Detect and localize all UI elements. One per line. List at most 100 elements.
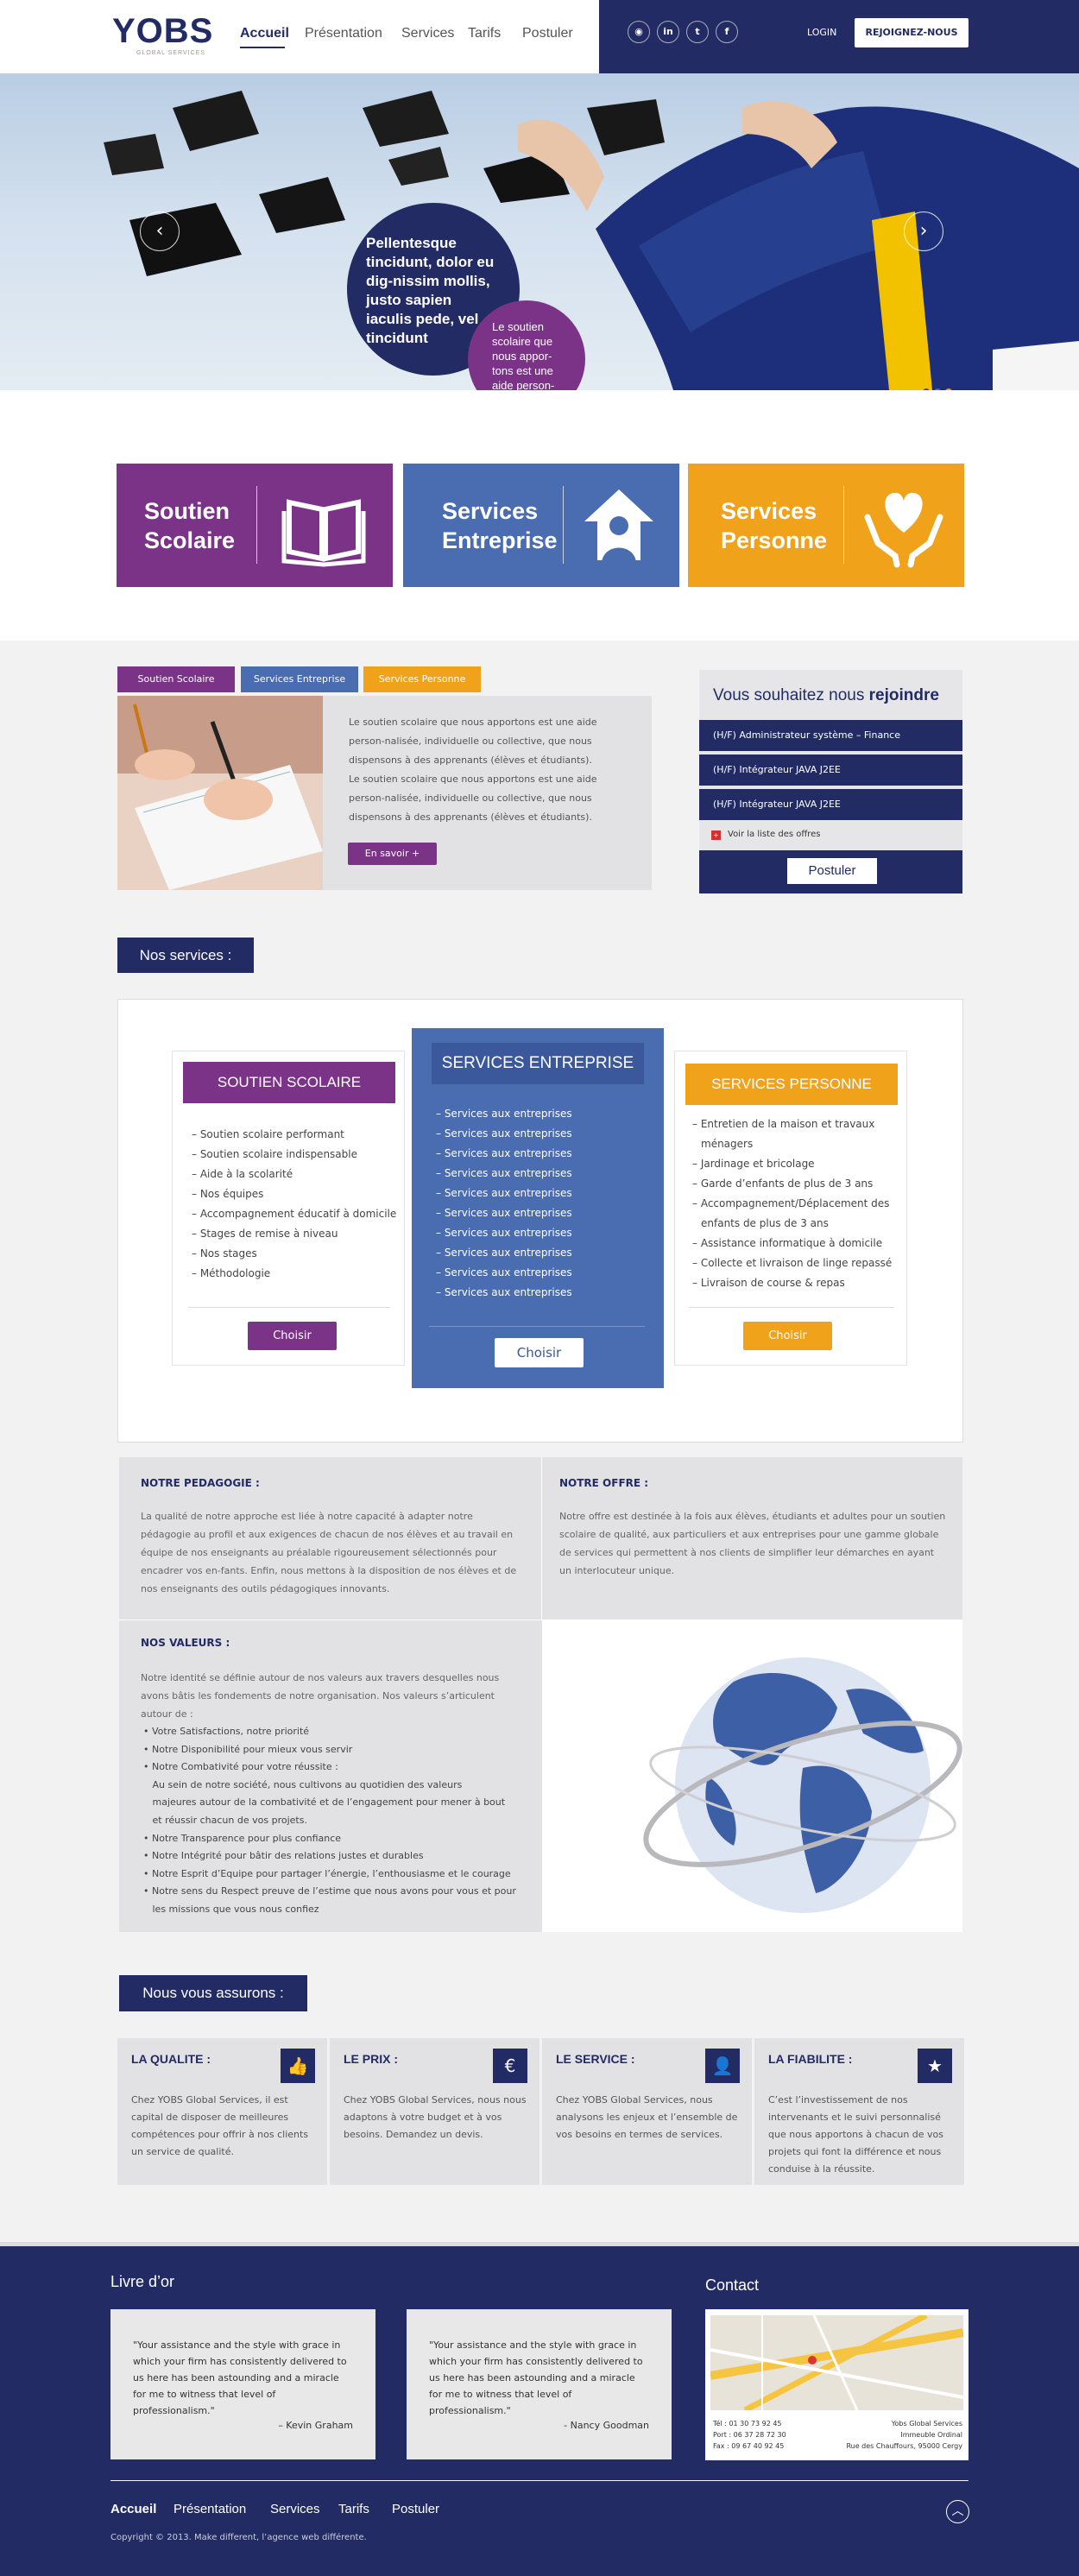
plan-item: – Livraison de course & repas: [692, 1277, 845, 1289]
plan-title: SERVICES ENTREPRISE: [432, 1043, 644, 1084]
students-writing-photo: [117, 696, 323, 890]
plus-icon: +: [711, 830, 721, 840]
tab-soutien-scolaire[interactable]: Soutien Scolaire: [117, 666, 235, 692]
value-item: majeures autour de la combativité et de …: [143, 1796, 506, 1809]
services-label: Nos services :: [117, 938, 254, 973]
value-item: • Notre Transparence pour plus confiance: [143, 1832, 342, 1844]
copyright: Copyright © 2013. Make different, l’agen…: [110, 2533, 367, 2542]
plan-item: – Accompagnement éducatif à domicile: [192, 1208, 397, 1220]
pedagogy-title: NOTRE PEDAGOGIE :: [141, 1477, 260, 1489]
tab-text: Le soutien scolaire que nous apportons e…: [349, 717, 597, 766]
choose-button[interactable]: Choisir: [495, 1338, 584, 1367]
slider-prev-button[interactable]: ‹: [140, 212, 180, 251]
house-person-icon: [584, 489, 653, 562]
job-item[interactable]: (H/F) Administrateur système – Finance: [699, 720, 962, 751]
contact-building: Immeuble Ordinal: [900, 2431, 962, 2439]
plan-item: – Collecte et livraison de linge repassé: [692, 1257, 893, 1269]
apply-button[interactable]: Postuler: [787, 858, 877, 884]
value-item: Au sein de notre société, nous cultivons…: [143, 1778, 463, 1790]
book-icon: [281, 499, 366, 567]
guestbook-title: Livre d’or: [110, 2273, 175, 2290]
globe-image: [643, 1657, 962, 1913]
plan-title: SERVICES PERSONNE: [685, 1064, 898, 1105]
tab-services-personne[interactable]: Services Personne: [363, 666, 481, 692]
job-item[interactable]: (H/F) Intégrateur JAVA J2EE: [699, 754, 962, 786]
plan-item: – Services aux entreprises: [436, 1286, 572, 1298]
all-offers-link[interactable]: Voir la liste des offres: [728, 830, 821, 839]
card-service: LE SERVICE : 👤 Chez YOBS Global Services, …: [542, 2038, 752, 2185]
divider: [689, 1307, 894, 1308]
nav-tarifs[interactable]: Tarifs: [468, 26, 501, 41]
linkedin-icon[interactable]: in: [657, 21, 679, 43]
pedagogy-text: La qualité de notre approche est liée à …: [141, 1511, 517, 1594]
rss-icon[interactable]: ◉: [628, 21, 650, 43]
card-qualite: LA QUALITE : 👍 Chez YOBS Global Services, …: [117, 2038, 327, 2185]
contact-tel: Tél : 01 30 73 92 45: [713, 2420, 782, 2428]
plan-item: – Services aux entreprises: [436, 1167, 572, 1179]
euro-icon: €: [493, 2049, 527, 2083]
map-image[interactable]: [710, 2315, 963, 2410]
hero-slider: ‹ › Pellentesque tincidunt, dolor eu dig…: [0, 73, 1079, 390]
offer-text: Notre offre est destinée à la fois aux é…: [559, 1511, 946, 1576]
plan-item: – Stages de remise à niveau: [192, 1228, 338, 1240]
plan-item: – Services aux entreprises: [436, 1127, 572, 1140]
plan-item: – Services aux entreprises: [436, 1266, 572, 1279]
logo[interactable]: YOBS GLOBAL SERVICES: [112, 12, 213, 56]
footer-nav-tarifs[interactable]: Tarifs: [338, 2502, 369, 2516]
plan-item: – Services aux entreprises: [436, 1247, 572, 1259]
values-intro: Notre identité se définie autour de nos …: [141, 1672, 500, 1720]
nav-presentation[interactable]: Présentation: [305, 26, 382, 41]
more-button[interactable]: En savoir +: [348, 843, 437, 865]
card-fiabilite: LA FIABILITE : ★ C’est l’investissement de…: [754, 2038, 964, 2185]
plan-item: – Nos stages: [192, 1247, 257, 1260]
tile-services-entreprise[interactable]: Services Entreprise: [403, 464, 679, 587]
job-item[interactable]: (H/F) Intégrateur JAVA J2EE: [699, 789, 962, 820]
plan-item: – Garde d’enfants de plus de 3 ans: [692, 1178, 874, 1190]
facebook-icon[interactable]: f: [716, 21, 738, 43]
choose-button[interactable]: Choisir: [248, 1322, 337, 1350]
plan-item: – Accompagnement/Déplacement des: [692, 1197, 890, 1209]
divider: [110, 2480, 969, 2481]
footer-nav-accueil[interactable]: Accueil: [110, 2502, 156, 2516]
plan-item: – Soutien scolaire performant: [192, 1128, 344, 1140]
tile-services-personne[interactable]: Services Personne: [688, 464, 964, 587]
contact-title: Contact: [705, 2276, 760, 2294]
contact-address: Rue des Chauffours, 95000 Cergy: [846, 2442, 962, 2450]
tab-text-2: Le soutien scolaire que nous apportons e…: [349, 773, 597, 823]
plan-item: – Services aux entreprises: [436, 1108, 572, 1120]
value-item: • Notre Combativité pour votre réussite …: [143, 1761, 338, 1773]
login-link[interactable]: LOGIN: [807, 27, 836, 38]
divider: [429, 1326, 645, 1327]
value-item: • Notre Esprit d’Equipe pour partager l’…: [143, 1867, 511, 1879]
footer-nav-services[interactable]: Services: [270, 2502, 320, 2516]
contact-fax: Fax : 09 67 40 92 45: [713, 2442, 785, 2450]
plan-list: – Services aux entreprises – Services aux…: [436, 1104, 572, 1303]
back-to-top-icon[interactable]: ︿: [946, 2500, 969, 2523]
twitter-icon[interactable]: t: [686, 21, 709, 43]
contact-port: Port : 06 37 28 72 30: [713, 2431, 786, 2439]
join-button[interactable]: REJOIGNEZ-NOUS: [855, 18, 969, 47]
footer-nav-presentation[interactable]: Présentation: [174, 2502, 246, 2516]
plan-item: – Aide à la scolarité: [192, 1168, 293, 1180]
person-icon: 👤: [705, 2049, 740, 2083]
plan-item: – Entretien de la maison et travaux: [692, 1118, 875, 1130]
value-item: • Notre Disponibilité pour mieux vous se…: [143, 1743, 353, 1755]
nav-accueil[interactable]: Accueil: [240, 26, 289, 48]
assure-label: Nous vous assurons :: [119, 1975, 307, 2011]
card-prix: LE PRIX : € Chez YOBS Global Services, nou…: [330, 2038, 540, 2185]
slider-next-button[interactable]: ›: [904, 212, 943, 251]
tab-services-entreprise[interactable]: Services Entreprise: [241, 666, 358, 692]
nav-postuler[interactable]: Postuler: [522, 26, 573, 41]
footer-nav-postuler[interactable]: Postuler: [392, 2502, 439, 2516]
header-bar: [0, 0, 599, 73]
value-item: les missions que vous nous confiez: [143, 1903, 319, 1915]
testimonial-card: "Your assistance and the style with grac…: [407, 2309, 672, 2459]
value-item: et réussir chacun de vos projets.: [143, 1814, 307, 1826]
nav-services[interactable]: Services: [401, 26, 454, 41]
offer-title: NOTRE OFFRE :: [559, 1477, 649, 1489]
value-item: • Notre Intégrité pour bâtir des relatio…: [143, 1850, 424, 1862]
choose-button[interactable]: Choisir: [743, 1322, 832, 1350]
plan-item: – Services aux entreprises: [436, 1227, 572, 1239]
tile-soutien-scolaire[interactable]: Soutien Scolaire: [117, 464, 393, 587]
plan-item: – Soutien scolaire indispensable: [192, 1148, 357, 1160]
